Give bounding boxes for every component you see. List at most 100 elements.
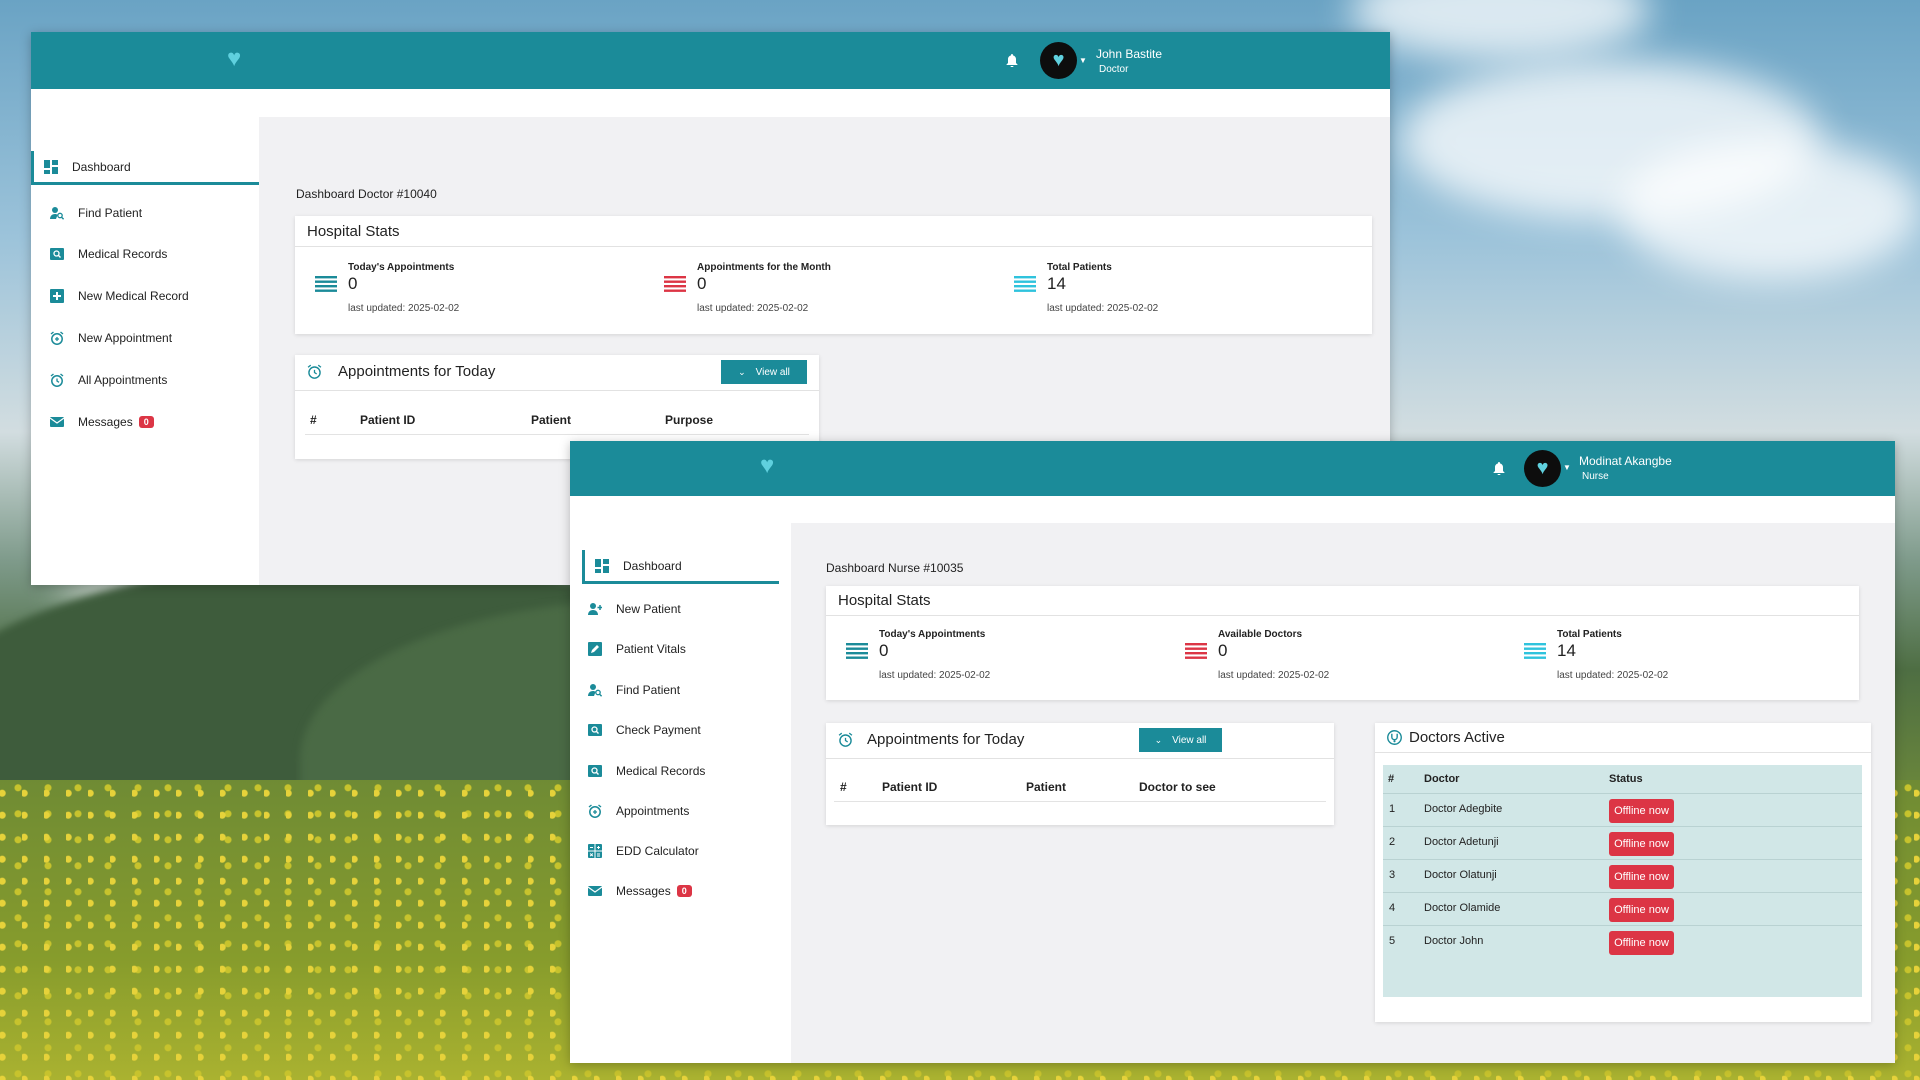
column-header: # (840, 780, 847, 794)
view-all-button[interactable]: ⌄ View all (721, 360, 807, 384)
list-icon (1014, 276, 1036, 292)
dashboard-icon (595, 558, 609, 573)
status-badge[interactable]: Offline now (1609, 832, 1674, 856)
column-header: Doctor (1424, 773, 1460, 785)
appointments-today-card: Appointments for Today ⌄ View all # Pati… (826, 723, 1334, 825)
chevron-down-icon[interactable]: ▼ (1079, 56, 1087, 65)
nurse-dashboard-window: ♥ ♥ ▼ Modinat Akangbe Nurse Dashboard Ne… (570, 441, 1895, 1063)
row-number: 5 (1389, 935, 1396, 947)
stat-updated: last updated: 2025-02-02 (1218, 670, 1330, 681)
column-header: # (310, 413, 317, 427)
sidebar: Dashboard Find Patient Medical Records N… (31, 89, 259, 585)
sidebar-item-new-patient[interactable]: New Patient (570, 594, 791, 624)
table-row: 1 Doctor Adegbite Offline now (1383, 793, 1862, 826)
bell-icon[interactable] (1493, 462, 1505, 476)
card-title: Hospital Stats (838, 592, 931, 609)
stat-label: Today's Appointments (879, 629, 986, 640)
status-badge[interactable]: Offline now (1609, 931, 1674, 955)
sidebar-item-label: All Appointments (78, 373, 168, 387)
hospital-stats-card: Hospital Stats Today's Appointments 0 la… (295, 216, 1372, 334)
sidebar: Dashboard New Patient Patient Vitals Fin… (570, 496, 791, 1063)
user-role: Nurse (1582, 471, 1609, 482)
sidebar-item-new-medical-record[interactable]: New Medical Record (31, 281, 259, 311)
alarm-icon (307, 364, 322, 379)
card-title: Appointments for Today (867, 731, 1025, 748)
chevron-down-icon[interactable]: ▼ (1563, 463, 1571, 472)
sidebar-item-all-appointments[interactable]: All Appointments (31, 365, 259, 395)
list-icon (846, 643, 868, 659)
card-title: Hospital Stats (307, 223, 400, 240)
status-badge[interactable]: Offline now (1609, 865, 1674, 889)
user-avatar[interactable]: ♥ (1040, 42, 1077, 79)
stat-updated: last updated: 2025-02-02 (1047, 303, 1159, 314)
message-count-badge: 0 (138, 416, 154, 428)
sidebar-item-label: EDD Calculator (616, 844, 699, 858)
stat-label: Available Doctors (1218, 629, 1303, 640)
doctor-name: Doctor Adegbite (1424, 803, 1503, 815)
main-content: Dashboard Nurse #10035 Hospital Stats To… (791, 523, 1895, 1063)
sidebar-item-find-patient[interactable]: Find Patient (31, 198, 259, 228)
row-number: 3 (1389, 869, 1396, 881)
card-title: Doctors Active (1409, 729, 1505, 746)
sidebar-item-label: Messages (78, 415, 133, 429)
column-header: Patient (531, 413, 572, 427)
sidebar-item-label: Patient Vitals (616, 642, 686, 656)
column-header: Purpose (665, 413, 714, 427)
column-header: Doctor to see (1139, 780, 1216, 794)
sidebar-item-dashboard[interactable]: Dashboard (582, 550, 779, 584)
alarm-plus-icon (50, 331, 64, 345)
status-badge[interactable]: Offline now (1609, 799, 1674, 823)
row-number: 2 (1389, 836, 1396, 848)
sidebar-item-label: New Medical Record (78, 289, 189, 303)
dashboard-icon (44, 159, 58, 174)
bell-icon[interactable] (1006, 54, 1018, 68)
list-icon (664, 276, 686, 292)
stat-value: 0 (1218, 641, 1228, 660)
sidebar-item-label: Dashboard (623, 558, 682, 573)
stat-updated: last updated: 2025-02-02 (348, 303, 460, 314)
status-badge[interactable]: Offline now (1609, 898, 1674, 922)
top-navbar: ♥ ♥ ▼ John Bastite Doctor (31, 32, 1390, 89)
doctor-name: Doctor Olatunji (1424, 869, 1497, 881)
user-avatar[interactable]: ♥ (1524, 450, 1561, 487)
heart-logo-icon[interactable]: ♥ (227, 45, 241, 73)
row-number: 1 (1389, 803, 1396, 815)
list-icon (315, 276, 337, 292)
sidebar-item-dashboard[interactable]: Dashboard (31, 151, 259, 185)
column-header: Patient ID (882, 780, 938, 794)
sidebar-item-edd-calculator[interactable]: EDD Calculator (570, 836, 791, 866)
table-row: 3 Doctor Olatunji Offline now (1383, 859, 1862, 892)
message-count-badge: 0 (676, 885, 692, 897)
stat-label: Appointments for the Month (697, 262, 831, 273)
sidebar-item-label: Messages (616, 884, 671, 898)
sidebar-item-messages[interactable]: Messages 0 (570, 876, 791, 906)
sidebar-item-label: Medical Records (616, 764, 706, 778)
heart-logo-icon[interactable]: ♥ (760, 452, 774, 480)
sidebar-item-label: New Patient (616, 602, 681, 616)
user-plus-icon (588, 602, 602, 616)
view-all-button[interactable]: ⌄ View all (1139, 728, 1222, 752)
column-header: Patient (1026, 780, 1067, 794)
plus-square-icon (50, 289, 64, 303)
stat-value: 0 (348, 274, 358, 293)
column-header: Patient ID (360, 413, 416, 427)
sidebar-item-medical-records[interactable]: Medical Records (31, 239, 259, 269)
sidebar-item-label: Appointments (616, 804, 690, 818)
stat-updated: last updated: 2025-02-02 (697, 303, 809, 314)
sidebar-item-appointments[interactable]: Appointments (570, 796, 791, 826)
view-all-label: View all (755, 366, 790, 378)
table-row: 4 Doctor Olamide Offline now (1383, 892, 1862, 925)
sidebar-item-find-patient[interactable]: Find Patient (570, 675, 791, 705)
sidebar-item-patient-vitals[interactable]: Patient Vitals (570, 634, 791, 664)
sidebar-item-medical-records[interactable]: Medical Records (570, 756, 791, 786)
sidebar-item-label: Find Patient (616, 683, 681, 697)
doctor-name: Doctor John (1424, 935, 1484, 947)
alarm-icon (50, 373, 64, 387)
hospital-stats-card: Hospital Stats Today's Appointments 0 la… (826, 586, 1859, 700)
sidebar-item-messages[interactable]: Messages 0 (31, 407, 259, 437)
sidebar-item-new-appointment[interactable]: New Appointment (31, 323, 259, 353)
table-row: 2 Doctor Adetunji Offline now (1383, 826, 1862, 859)
alarm-icon (838, 732, 853, 747)
doctor-name: Doctor Adetunji (1424, 836, 1499, 848)
sidebar-item-check-payment[interactable]: Check Payment (570, 715, 791, 745)
